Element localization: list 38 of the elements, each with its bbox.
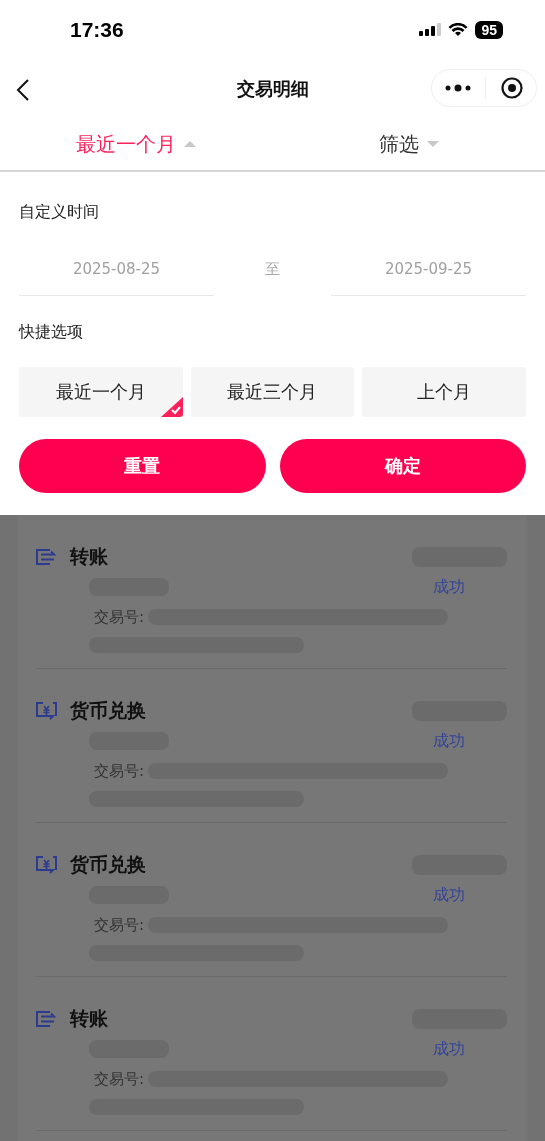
range-separator: 至 — [265, 260, 280, 279]
quick-option[interactable]: 最近一个月 — [19, 367, 183, 417]
quick-option[interactable]: 上个月 — [362, 367, 526, 417]
close-icon[interactable] — [500, 77, 523, 99]
signal-icon — [419, 23, 442, 37]
transaction-status: 成功 — [432, 575, 466, 598]
currency-exchange-icon — [36, 702, 57, 720]
transfer-icon — [36, 549, 57, 565]
status-time: 17:36 — [70, 18, 124, 42]
transaction-title: 货币兑换 — [70, 698, 146, 723]
section-label: 快捷选项 — [19, 322, 84, 343]
transaction-status: 成功 — [432, 1037, 466, 1060]
end-date-field[interactable]: 2025-09-25 — [331, 243, 526, 296]
check-corner-icon — [160, 397, 183, 417]
transaction-title: 货币兑换 — [70, 852, 146, 877]
transaction-id-label: 交易号: — [94, 1069, 145, 1089]
more-icon[interactable] — [445, 84, 472, 92]
transaction-status: 成功 — [432, 729, 466, 752]
wifi-icon — [448, 23, 469, 37]
tab[interactable]: 最近一个月 — [0, 118, 273, 170]
transaction-id-label: 交易号: — [94, 761, 145, 781]
transaction-title: 转账 — [70, 544, 108, 569]
transaction-id-label: 交易号: — [94, 607, 145, 627]
action-button[interactable]: 确定 — [279, 439, 526, 493]
page-title: 交易明细 — [236, 77, 309, 101]
currency-exchange-icon — [36, 856, 57, 874]
transfer-icon — [36, 1011, 57, 1027]
transaction-title: 转账 — [70, 1006, 108, 1031]
section-label: 自定义时间 — [19, 202, 100, 223]
start-date-field[interactable]: 2025-08-25 — [19, 243, 214, 296]
transaction-id-label: 交易号: — [94, 915, 145, 935]
caret-icon — [426, 140, 439, 148]
caret-icon — [184, 140, 197, 148]
quick-option[interactable]: 最近三个月 — [190, 367, 355, 417]
tab[interactable]: 筛选 — [272, 118, 545, 170]
battery-level: 95 — [475, 21, 503, 39]
action-button[interactable]: 重置 — [19, 439, 266, 493]
transaction-status: 成功 — [432, 883, 466, 906]
